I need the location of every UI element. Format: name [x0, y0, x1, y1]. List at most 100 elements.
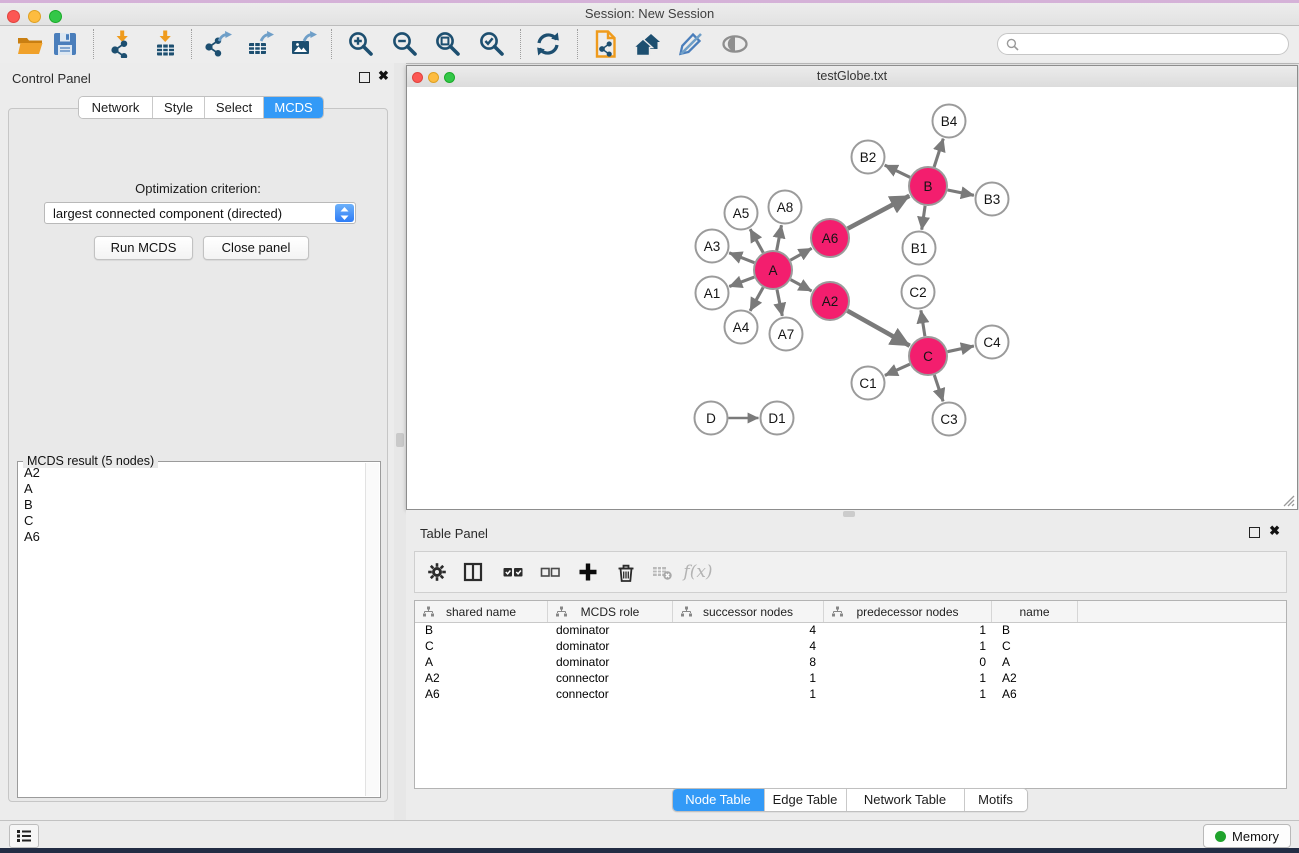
graph-edge-A-A3[interactable]	[729, 253, 754, 263]
graph-node-A6[interactable]: A6	[811, 219, 849, 257]
close-window-button[interactable]	[7, 10, 20, 23]
column-header-shared-name[interactable]: shared name	[415, 601, 548, 622]
home-layout-button[interactable]	[633, 30, 661, 58]
zoom-selected-button[interactable]	[478, 30, 506, 58]
hide-style-button[interactable]	[676, 30, 704, 58]
splitter-handle[interactable]	[396, 433, 404, 447]
column-header-name[interactable]: name	[992, 601, 1078, 622]
graph-edge-C-C4[interactable]	[948, 346, 974, 352]
export-network-button[interactable]	[204, 30, 232, 58]
graph-node-A1[interactable]: A1	[696, 277, 729, 310]
graph-edge-B-B4[interactable]	[934, 139, 943, 167]
mcds-result-item[interactable]: B	[19, 497, 365, 513]
mcds-result-item[interactable]: A6	[19, 529, 365, 545]
graph-edge-A2-C[interactable]	[847, 311, 909, 346]
float-panel-icon[interactable]	[1249, 527, 1260, 538]
tab-network[interactable]: Network	[79, 97, 153, 118]
show-graphics-details-button[interactable]	[721, 30, 749, 58]
graph-node-A7[interactable]: A7	[770, 318, 803, 351]
network-canvas[interactable]: B4B2BB3A5A8A6A3B1AA1C2A2A4A7C4CC1C3DD1	[407, 87, 1297, 509]
graph-edge-B-B1[interactable]	[922, 206, 925, 230]
graph-node-B4[interactable]: B4	[933, 105, 966, 138]
mcds-result-item[interactable]: A2	[19, 465, 365, 481]
network-from-selection-button[interactable]	[591, 30, 619, 58]
tab-style[interactable]: Style	[153, 97, 205, 118]
table-settings-button[interactable]	[424, 559, 450, 585]
zoom-in-button[interactable]	[347, 30, 375, 58]
minimize-window-button[interactable]	[28, 10, 41, 23]
zoom-out-button[interactable]	[391, 30, 419, 58]
add-column-button[interactable]	[575, 559, 601, 585]
float-panel-icon[interactable]	[359, 72, 370, 83]
zoom-fit-button[interactable]	[434, 30, 462, 58]
close-panel-button[interactable]: Close panel	[203, 236, 309, 260]
horizontal-splitter[interactable]	[406, 510, 1299, 518]
graph-node-B2[interactable]: B2	[852, 141, 885, 174]
graph-node-A8[interactable]: A8	[769, 191, 802, 224]
export-table-button[interactable]	[246, 30, 274, 58]
import-table-button[interactable]	[151, 30, 179, 58]
tab-motifs[interactable]: Motifs	[965, 789, 1027, 811]
graph-node-D[interactable]: D	[695, 402, 728, 435]
graph-node-B1[interactable]: B1	[903, 232, 936, 265]
splitter-handle[interactable]	[843, 511, 855, 517]
column-header-MCDS-role[interactable]: MCDS role	[548, 601, 673, 622]
tab-node-table[interactable]: Node Table	[673, 789, 765, 811]
table-row[interactable]: A6connector11A6	[415, 686, 1286, 702]
graph-edge-A-A8[interactable]	[777, 225, 782, 250]
graph-edge-A-A4[interactable]	[750, 287, 763, 311]
close-network-window-button[interactable]	[412, 72, 423, 83]
graph-node-C3[interactable]: C3	[933, 403, 966, 436]
maximize-network-window-button[interactable]	[444, 72, 455, 83]
search-box[interactable]	[997, 33, 1289, 55]
import-network-button[interactable]	[108, 30, 136, 58]
scrollbar-track[interactable]	[365, 463, 379, 796]
export-image-button[interactable]	[289, 30, 317, 58]
close-panel-icon[interactable]: ✖	[1269, 524, 1280, 538]
minimize-network-window-button[interactable]	[428, 72, 439, 83]
graph-edge-C-C1[interactable]	[885, 364, 910, 375]
memory-button[interactable]: Memory	[1203, 824, 1291, 848]
graph-node-B[interactable]: B	[909, 167, 947, 205]
graph-edge-C-C2[interactable]	[921, 310, 925, 336]
column-header-successor-nodes[interactable]: successor nodes	[673, 601, 824, 622]
table-row[interactable]: Cdominator41C	[415, 638, 1286, 654]
graph-node-C1[interactable]: C1	[852, 367, 885, 400]
tab-edge-table[interactable]: Edge Table	[765, 789, 847, 811]
graph-node-B3[interactable]: B3	[976, 183, 1009, 216]
mcds-result-item[interactable]: C	[19, 513, 365, 529]
column-header-predecessor-nodes[interactable]: predecessor nodes	[824, 601, 992, 622]
graph-edge-A-A6[interactable]	[790, 248, 811, 260]
tab-select[interactable]: Select	[205, 97, 264, 118]
graph-node-C2[interactable]: C2	[902, 276, 935, 309]
resize-grip-icon[interactable]	[1280, 492, 1295, 507]
split-panel-button[interactable]	[460, 559, 486, 585]
mcds-result-list[interactable]: A2ABCA6	[19, 465, 365, 796]
select-all-button[interactable]	[500, 559, 526, 585]
graph-node-A5[interactable]: A5	[725, 197, 758, 230]
task-history-button[interactable]	[9, 824, 39, 848]
graph-node-D1[interactable]: D1	[761, 402, 794, 435]
graph-node-A4[interactable]: A4	[725, 311, 758, 344]
tab-mcds[interactable]: MCDS	[264, 97, 323, 118]
graph-edge-A-A5[interactable]	[750, 229, 763, 253]
graph-edge-A-A2[interactable]	[791, 280, 812, 291]
table-row[interactable]: Bdominator41B	[415, 622, 1286, 638]
save-session-button[interactable]	[51, 30, 79, 58]
table-row[interactable]: Adominator80A	[415, 654, 1286, 670]
graph-node-A2[interactable]: A2	[811, 282, 849, 320]
refresh-button[interactable]	[534, 30, 562, 58]
delete-columns-button[interactable]	[613, 559, 639, 585]
optimization-criterion-select[interactable]: largest connected component (directed)	[44, 202, 356, 224]
search-input[interactable]	[1019, 36, 1273, 52]
graph-node-C4[interactable]: C4	[976, 326, 1009, 359]
graph-edge-B-B3[interactable]	[948, 190, 974, 195]
run-mcds-button[interactable]: Run MCDS	[94, 236, 193, 260]
deselect-all-button[interactable]	[537, 559, 563, 585]
graph-node-A[interactable]: A	[754, 251, 792, 289]
graph-edge-A-A1[interactable]	[729, 277, 754, 286]
graph-edge-C-C3[interactable]	[934, 375, 943, 401]
tab-network-table[interactable]: Network Table	[847, 789, 965, 811]
graph-edge-A-A7[interactable]	[777, 290, 782, 316]
graph-edge-B-B2[interactable]	[885, 165, 910, 177]
